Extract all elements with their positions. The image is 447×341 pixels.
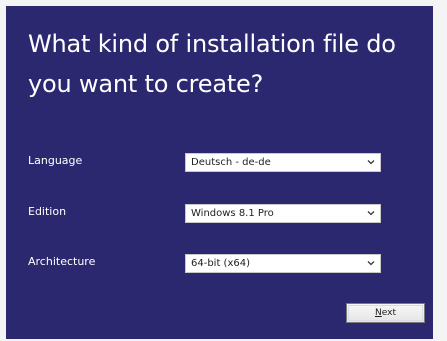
edition-select-value: Windows 8.1 Pro bbox=[191, 208, 274, 219]
architecture-select[interactable]: 64-bit (x64) bbox=[185, 254, 381, 273]
architecture-select-value: 64-bit (x64) bbox=[191, 258, 251, 269]
next-button-label: ext bbox=[381, 308, 396, 318]
next-button[interactable]: Next bbox=[346, 303, 425, 323]
language-select[interactable]: Deutsch - de-de bbox=[185, 153, 381, 172]
chevron-down-icon bbox=[367, 211, 375, 216]
installation-media-dialog: What kind of installation file do you wa… bbox=[6, 6, 433, 339]
page-title-line-1: What kind of installation file do bbox=[28, 30, 396, 58]
language-label: Language bbox=[28, 154, 83, 167]
edition-select[interactable]: Windows 8.1 Pro bbox=[185, 204, 381, 223]
next-button-mnemonic: N bbox=[375, 308, 382, 318]
architecture-label: Architecture bbox=[28, 255, 96, 268]
page-title-line-2: you want to create? bbox=[28, 70, 264, 98]
chevron-down-icon bbox=[367, 160, 375, 165]
screenshot-frame: What kind of installation file do you wa… bbox=[0, 0, 447, 341]
page-title: What kind of installation file do you wa… bbox=[28, 24, 423, 104]
chevron-down-icon bbox=[367, 261, 375, 266]
language-select-value: Deutsch - de-de bbox=[191, 157, 271, 168]
edition-label: Edition bbox=[28, 205, 67, 218]
